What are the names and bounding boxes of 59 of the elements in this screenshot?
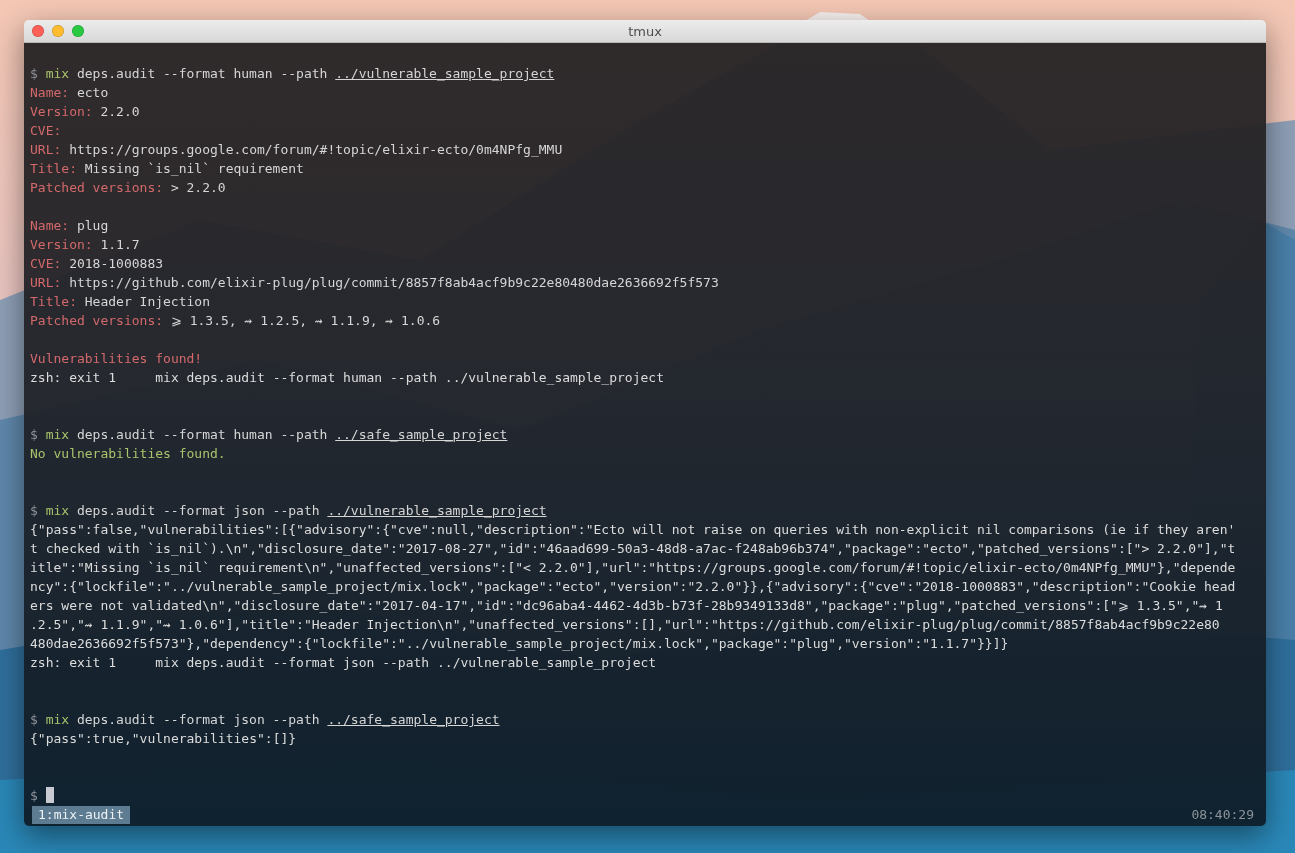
field-label: Title: — [30, 160, 77, 178]
command-name: mix — [45, 65, 70, 83]
field-value: https://github.com/elixir-plug/plug/commit/8857f8ab4acf9b9c22e80480dae2636692f5f573 — [69, 274, 719, 292]
prompt-symbol: $ — [30, 711, 38, 729]
field-label: Patched versions: — [30, 179, 164, 197]
field-value: Missing `is_nil` requirement — [84, 160, 304, 178]
window-title: tmux — [628, 23, 662, 39]
prompt-symbol: $ — [30, 65, 38, 83]
field-label: Name: — [30, 84, 70, 102]
text-cursor — [45, 787, 54, 803]
field-value: ecto — [76, 84, 109, 102]
error-message: Vulnerabilities found! — [30, 350, 203, 368]
output-line: itle":"Missing `is_nil` requirement\n","unaffected_versions":["< 2.2.0"],"url":"https://groups.google.com/forum/#!topic/elixir-ecto/0m4NPfg_MMU"},"depende — [30, 559, 1236, 577]
prompt-symbol: $ — [30, 787, 38, 805]
field-value: Header Injection — [84, 293, 210, 311]
command-arguments: deps.audit --format human --path — [76, 426, 328, 444]
field-label: CVE: — [30, 255, 62, 273]
output-line: 480dae2636692f5f573"},"dependency":{"lockfile":"../vulnerable_sample_project/mix.lock","package":"plug","version":"1.1.7"}}]} — [30, 635, 1009, 653]
command-arguments: deps.audit --format json --path — [76, 502, 320, 520]
field-value: plug — [76, 217, 109, 235]
field-label: URL: — [30, 141, 62, 159]
success-message: No vulnerabilities found. — [30, 445, 226, 463]
path-text: ../safe_sample_project — [327, 711, 500, 729]
window-tab[interactable]: 1:mix-audit — [32, 805, 131, 824]
command-name: mix — [45, 711, 70, 729]
field-label: CVE: — [30, 122, 62, 140]
output-line: zsh: exit 1 mix deps.audit --format human --path ../vulnerable_sample_project — [30, 369, 664, 387]
field-value: 1.1.7 — [100, 236, 140, 254]
output-line: {"pass":false,"vulnerabilities":[{"advisory":{"cve":null,"description":"Ecto will not raise on queries with non-explicit nil comparisons (ie if they aren' — [30, 521, 1236, 539]
path-text: ../vulnerable_sample_project — [335, 65, 555, 83]
field-label: Title: — [30, 293, 77, 311]
field-value: 2018-1000883 — [69, 255, 164, 273]
clock-time: 08:40:29 — [1191, 807, 1254, 822]
maximize-button[interactable] — [72, 25, 84, 37]
output-line: ers were not validated\n","disclosure_date":"2017-04-17","id":"dc96aba4-4462-4d3b-b73f-28b9349133d8","package":"plug","patched_versions":["⩾ 1.3.5","⇝ 1 — [30, 597, 1223, 615]
output-line: zsh: exit 1 mix deps.audit --format json --path ../vulnerable_sample_project — [30, 654, 657, 672]
command-arguments: deps.audit --format json --path — [76, 711, 320, 729]
field-value: ⩾ 1.3.5, ⇝ 1.2.5, ⇝ 1.1.9, ⇝ 1.0.6 — [170, 312, 441, 330]
prompt-symbol: $ — [30, 426, 38, 444]
path-text: ../vulnerable_sample_project — [327, 502, 547, 520]
command-arguments: deps.audit --format human --path — [76, 65, 328, 83]
field-value: https://groups.google.com/forum/#!topic/elixir-ecto/0m4NPfg_MMU — [69, 141, 563, 159]
minimize-button[interactable] — [52, 25, 64, 37]
path-text: ../safe_sample_project — [335, 426, 508, 444]
output-line: {"pass":true,"vulnerabilities":[]} — [30, 730, 297, 748]
command-name: mix — [45, 426, 70, 444]
output-line: ncy":{"lockfile":"../vulnerable_sample_project/mix.lock","package":"ecto","version":"2.2.0"}},{"advisory":{"cve":"2018-1000883","description":"Cookie head — [30, 578, 1236, 596]
field-label: URL: — [30, 274, 62, 292]
output-line: t checked with `is_nil`).\n","disclosure_date":"2017-08-27","id":"46aad699-50a3-48d8-a7ac-f248ab96b374","package":"ecto","patched_versions":["> 2.2.0"],"t — [30, 540, 1236, 558]
command-name: mix — [45, 502, 70, 520]
field-label: Version: — [30, 236, 93, 254]
field-label: Patched versions: — [30, 312, 164, 330]
close-button[interactable] — [32, 25, 44, 37]
field-label: Name: — [30, 217, 70, 235]
field-label: Version: — [30, 103, 93, 121]
prompt-symbol: $ — [30, 502, 38, 520]
output-line: .2.5","⇝ 1.1.9","⇝ 1.0.6"],"title":"Header Injection\n","unaffected_versions":[],"url":"https://github.com/elixir-plug/plug/commit/8857f8ab4acf9b9c22e80 — [30, 616, 1220, 634]
field-value: 2.2.0 — [100, 103, 140, 121]
field-value: > 2.2.0 — [170, 179, 226, 197]
